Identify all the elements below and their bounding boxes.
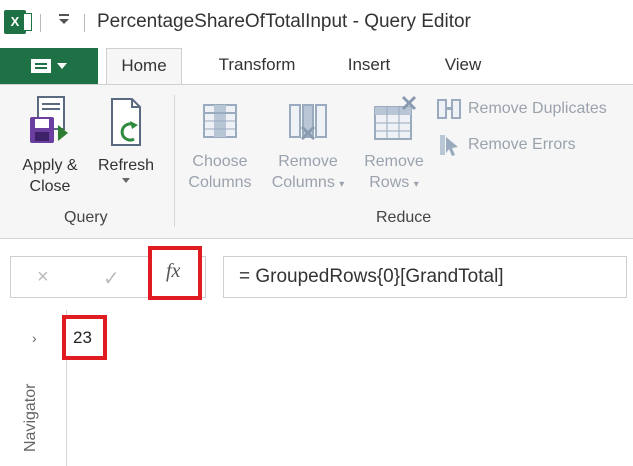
refresh-icon <box>111 98 141 146</box>
fx-button[interactable]: fx <box>148 246 202 300</box>
remove-rows-icon <box>374 95 417 140</box>
remove-errors-icon <box>440 135 458 156</box>
remove-errors-button[interactable]: Remove Errors <box>436 133 576 157</box>
result-cell[interactable]: 23 <box>62 315 107 360</box>
group-separator <box>174 95 175 227</box>
tab-transform[interactable]: Transform <box>205 48 309 85</box>
file-menu-icon <box>31 59 51 73</box>
result-value: 23 <box>73 328 92 347</box>
navigator-label[interactable]: Navigator <box>22 384 40 452</box>
navigator-expand-icon[interactable]: › <box>32 330 37 346</box>
remove-duplicates-button[interactable]: Remove Duplicates <box>436 98 607 120</box>
choose-columns-icon <box>203 104 237 138</box>
remove-rows-label-line1: Remove <box>364 153 424 170</box>
title-separator <box>40 14 41 32</box>
choose-columns-label-line1: Choose <box>192 153 248 170</box>
remove-columns-label-line1: Remove <box>278 153 338 170</box>
customize-quick-access-icon[interactable] <box>57 12 71 29</box>
group-label-reduce: Reduce <box>376 209 432 226</box>
tab-home[interactable]: Home <box>106 48 182 85</box>
remove-columns-icon <box>289 104 327 141</box>
remove-columns-label-line2: Columns ▾ <box>271 174 345 191</box>
group-label-query: Query <box>64 209 108 226</box>
remove-columns-button[interactable]: Remove Columns ▾ <box>264 99 352 195</box>
excel-icon[interactable]: X <box>4 10 32 34</box>
title-bar: X PercentageShareOfTotalInput - Query Ed… <box>0 0 633 44</box>
formula-input[interactable]: = GroupedRows{0}[GrandTotal] <box>223 256 627 298</box>
chevron-down-icon <box>57 63 67 69</box>
choose-columns-button[interactable]: Choose Columns <box>182 99 258 193</box>
tab-insert[interactable]: Insert <box>333 48 405 85</box>
remove-duplicates-label: Remove Duplicates <box>468 100 607 117</box>
remove-errors-label: Remove Errors <box>468 136 576 153</box>
window-title: PercentageShareOfTotalInput - Query Edit… <box>97 11 471 32</box>
checkmark-icon[interactable]: ✓ <box>103 266 120 291</box>
save-close-icon <box>30 96 68 143</box>
cancel-icon[interactable]: × <box>37 266 49 289</box>
apply-close-button[interactable]: Apply & Close <box>14 95 86 197</box>
fx-icon: fx <box>166 260 181 282</box>
tab-view[interactable]: View <box>432 48 494 85</box>
ribbon-tab-row: Home Transform Insert View <box>0 44 633 85</box>
ribbon-panel: Apply & Close Refresh Query Choose Colum… <box>0 84 633 239</box>
title-separator <box>84 14 85 32</box>
choose-columns-label-line2: Columns <box>188 174 252 191</box>
chevron-down-icon <box>122 178 130 183</box>
remove-rows-button[interactable]: Remove Rows ▾ <box>356 95 432 195</box>
apply-close-label-line1: Apply & <box>22 157 78 174</box>
refresh-button[interactable]: Refresh <box>90 95 162 183</box>
remove-duplicates-icon <box>437 99 461 119</box>
file-menu-button[interactable] <box>0 48 98 84</box>
apply-close-label-line2: Close <box>29 178 71 195</box>
remove-rows-label-line2: Rows ▾ <box>369 174 419 191</box>
refresh-label: Refresh <box>97 157 155 174</box>
